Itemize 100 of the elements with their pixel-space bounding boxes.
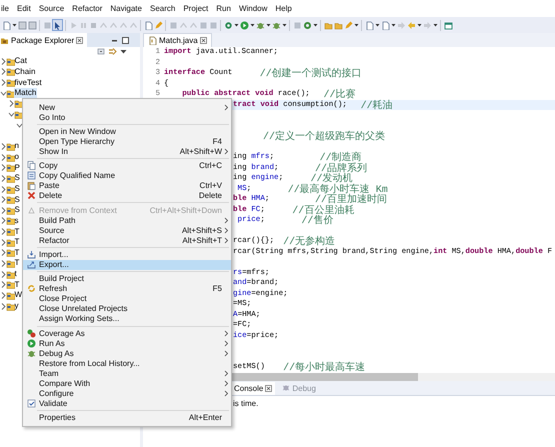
chevron-right-icon[interactable]	[0, 163, 6, 172]
close-icon[interactable]	[76, 36, 84, 44]
tree-item[interactable]: Cat	[14, 56, 28, 66]
circle-icon[interactable]	[302, 20, 312, 30]
menu-item[interactable]: Assign Working Sets...	[23, 314, 231, 324]
maximize-icon[interactable]	[121, 36, 130, 44]
tree-item[interactable]: T	[14, 226, 20, 237]
chevron-down-icon[interactable]	[8, 110, 14, 120]
menu-item[interactable]: Close Unrelated Projects	[23, 304, 231, 314]
tree-item[interactable]: T	[14, 258, 20, 268]
tree-item[interactable]: S	[14, 205, 21, 216]
menu-item[interactable]: Project	[179, 4, 212, 13]
menu-item[interactable]: Configure	[23, 388, 231, 398]
view-tab[interactable]: Console	[231, 382, 276, 394]
menu-item[interactable]: Compare With	[23, 378, 231, 388]
menu-item[interactable]: Delete Delete	[23, 190, 231, 201]
tree-item[interactable]: T	[14, 280, 20, 290]
project-icon	[6, 270, 15, 279]
menu-item[interactable]: Help	[271, 4, 296, 13]
menu-item[interactable]: Properties Alt+Enter	[23, 412, 231, 423]
chevron-right-icon[interactable]	[0, 258, 6, 268]
tree-item[interactable]: s	[14, 216, 20, 226]
chevron-right-icon[interactable]	[0, 142, 6, 151]
chevron-right-icon[interactable]	[0, 238, 6, 247]
scrollbar-thumb[interactable]	[232, 373, 418, 381]
chevron-right-icon[interactable]	[0, 174, 6, 183]
project-icon	[6, 195, 15, 204]
tree-item[interactable]: fiveTest	[14, 78, 43, 88]
view-tab[interactable]: Package Explorer	[0, 33, 88, 47]
menu-item[interactable]: ile	[1, 4, 14, 13]
menu-item[interactable]: Edit	[13, 4, 35, 13]
menu-item[interactable]: Show In Alt+Shift+W	[23, 146, 231, 156]
tree-item[interactable]: n	[14, 141, 20, 152]
chevron-right-icon[interactable]	[0, 248, 6, 258]
menu-item[interactable]: Source	[34, 4, 68, 13]
chevron-right-icon[interactable]	[0, 302, 6, 311]
play-icon	[26, 338, 36, 348]
collapse-all-icon[interactable]	[97, 47, 106, 56]
project-icon	[6, 302, 15, 311]
menu-item[interactable]: Export...	[23, 260, 231, 270]
menu-item[interactable]: Build Path	[23, 215, 231, 226]
menu-item[interactable]: Close Project	[23, 294, 231, 304]
toggle-button[interactable]	[52, 19, 63, 31]
chevron-right-icon[interactable]	[0, 195, 6, 204]
chevron-right-icon[interactable]	[0, 56, 6, 66]
menu-item[interactable]: Go Into	[23, 112, 231, 122]
menu-item[interactable]: Copy Qualified Name	[23, 170, 231, 181]
menu-item[interactable]: Refactor Alt+Shift+T	[23, 235, 231, 246]
chevron-right-icon[interactable]	[0, 78, 6, 88]
tree-item[interactable]: W	[14, 290, 24, 300]
tree-item[interactable]: S	[14, 173, 21, 184]
package-icon	[0, 36, 9, 44]
tree-item[interactable]: o	[14, 152, 20, 162]
menu-item[interactable]: Window	[234, 4, 272, 13]
menu-item[interactable]: Build Project	[23, 274, 231, 284]
tree-item[interactable]: Match	[14, 88, 38, 98]
menu-item[interactable]: New	[23, 102, 231, 112]
menu-item[interactable]: Validate	[23, 398, 231, 408]
chevron-right-icon[interactable]	[0, 227, 6, 236]
chevron-right-icon[interactable]	[0, 206, 6, 215]
menu-item[interactable]: Navigate	[106, 4, 146, 13]
chevron-right-icon[interactable]	[0, 67, 6, 76]
close-icon[interactable]	[200, 37, 207, 44]
menu-item[interactable]: Coverage As	[23, 328, 231, 338]
project-icon	[6, 258, 15, 268]
menu-item[interactable]: Copy Ctrl+C	[23, 160, 231, 171]
menu-item[interactable]: Restore from Local History...	[23, 358, 231, 368]
chevron-right-icon[interactable]	[0, 216, 6, 226]
menu-item[interactable]: Refresh F5	[23, 284, 231, 294]
tree-item[interactable]: S	[14, 194, 21, 205]
tree-item[interactable]: S	[14, 184, 21, 194]
menu-item[interactable]: Search	[146, 4, 180, 13]
menu-item[interactable]: Refactor	[68, 4, 106, 13]
menu-item[interactable]: Import...	[23, 250, 231, 260]
project-icon	[6, 290, 15, 300]
menu-item[interactable]: Paste Ctrl+V	[23, 180, 231, 191]
tree-item[interactable]: T	[14, 248, 20, 258]
chevron-right-icon[interactable]	[0, 290, 6, 300]
close-icon[interactable]	[265, 384, 272, 392]
chevron-right-icon[interactable]	[0, 152, 6, 162]
tree-item[interactable]: y	[14, 301, 20, 312]
chevron-right-icon[interactable]	[8, 99, 14, 108]
editor-tab[interactable]: Match.java	[143, 33, 212, 47]
window-icon[interactable]	[444, 20, 452, 30]
chevron-right-icon[interactable]	[0, 184, 6, 194]
page-icon[interactable]	[144, 20, 152, 30]
tree-item[interactable]: T	[14, 237, 20, 248]
tree-item[interactable]: t	[14, 269, 18, 280]
menu-item[interactable]: Run As	[23, 338, 231, 348]
menu-item[interactable]: Run	[212, 4, 235, 13]
menu-item[interactable]: Open in New Window	[23, 126, 231, 136]
menu-item[interactable]: Debug As	[23, 348, 231, 358]
menu-item[interactable]: Team	[23, 368, 231, 378]
menu-item[interactable]: Source Alt+Shift+S	[23, 225, 231, 236]
tree-item[interactable]: Chain	[14, 66, 36, 77]
tree-item[interactable]: P	[14, 162, 21, 173]
menu-item[interactable]: Open Type Hierarchy F4	[23, 136, 231, 146]
chevron-right-icon[interactable]	[0, 280, 6, 290]
chevron-right-icon[interactable]	[0, 270, 6, 279]
tray-icon	[26, 260, 36, 269]
